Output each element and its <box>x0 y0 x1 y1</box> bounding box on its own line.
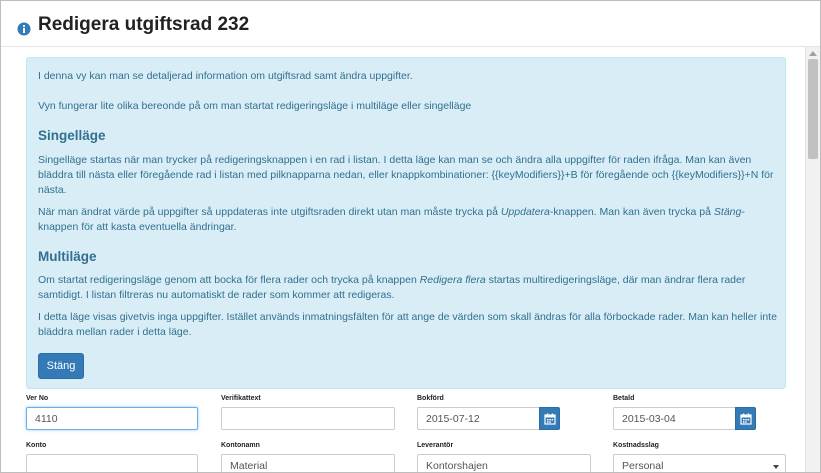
betald-label: Betald <box>613 395 635 402</box>
single-mode-heading: Singelläge <box>38 128 106 143</box>
kontonamn-input[interactable]: Material <box>221 454 395 472</box>
close-help-button[interactable]: Stäng <box>38 353 84 379</box>
calendar-icon <box>740 413 752 425</box>
bokford-calendar-button[interactable] <box>539 407 560 430</box>
vertical-scrollbar[interactable] <box>805 47 820 472</box>
bokford-date-input[interactable]: 2015-07-12 <box>417 407 540 430</box>
dialog-title: Redigera utgiftsrad 232 <box>38 14 250 35</box>
ver-no-label: Ver No <box>26 395 49 402</box>
kostnadsslag-select[interactable]: Personal <box>613 454 786 472</box>
leverantor-input[interactable]: Kontorshajen <box>417 454 591 472</box>
leverantor-label: Leverantör <box>417 442 454 449</box>
ver-no-input[interactable]: 4110 <box>26 407 198 430</box>
kontonamn-label: Kontonamn <box>221 442 260 449</box>
betald-date-input[interactable]: 2015-03-04 <box>613 407 736 430</box>
single-mode-text-2: När man ändrat värde på uppgifter så upp… <box>38 206 745 233</box>
help-panel: I denna vy kan man se detaljerad informa… <box>26 57 786 389</box>
single-mode-text: Singelläge startas när man trycker på re… <box>38 154 774 196</box>
info-circle-icon <box>17 22 31 36</box>
dialog-header: Redigera utgiftsrad 232 <box>1 1 820 47</box>
scroll-thumb[interactable] <box>808 59 818 159</box>
calendar-icon <box>544 413 556 425</box>
bokford-label: Bokförd <box>417 395 444 402</box>
scroll-up-arrow-icon[interactable] <box>809 51 817 56</box>
kostnadsslag-selected-value: Personal <box>622 460 664 472</box>
multi-mode-text: Om startat redigeringsläge genom att boc… <box>38 274 746 301</box>
kostnadsslag-label: Kostnadsslag <box>613 442 659 449</box>
konto-label: Konto <box>26 442 47 449</box>
betald-calendar-button[interactable] <box>735 407 756 430</box>
caret-down-icon <box>773 465 779 469</box>
verifikattext-label: Verifikattext <box>221 395 261 402</box>
edit-dialog: Redigera utgiftsrad 232 I denna vy kan m… <box>0 0 821 473</box>
help-intro-text: I denna vy kan man se detaljerad informa… <box>38 70 413 82</box>
multi-mode-text-2: I detta läge visas givetvis inga uppgift… <box>38 311 777 338</box>
help-intro-text-2: Vyn fungerar lite olika bereonde på om m… <box>38 100 472 112</box>
verifikattext-input[interactable] <box>221 407 395 430</box>
multi-mode-heading: Multiläge <box>38 249 97 264</box>
konto-input[interactable] <box>26 454 198 472</box>
